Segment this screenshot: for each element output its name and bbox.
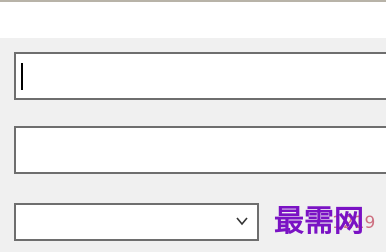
text-cursor [21, 63, 23, 90]
watermark-logo-text: 最需网 [274, 204, 364, 239]
dropdown-select[interactable] [14, 203, 259, 241]
top-banner-strip [0, 0, 386, 38]
watermark-logo: 1219 最需网 [274, 202, 386, 242]
chevron-down-icon [236, 217, 248, 226]
text-input-1[interactable] [14, 52, 386, 100]
text-input-2[interactable] [14, 126, 386, 174]
